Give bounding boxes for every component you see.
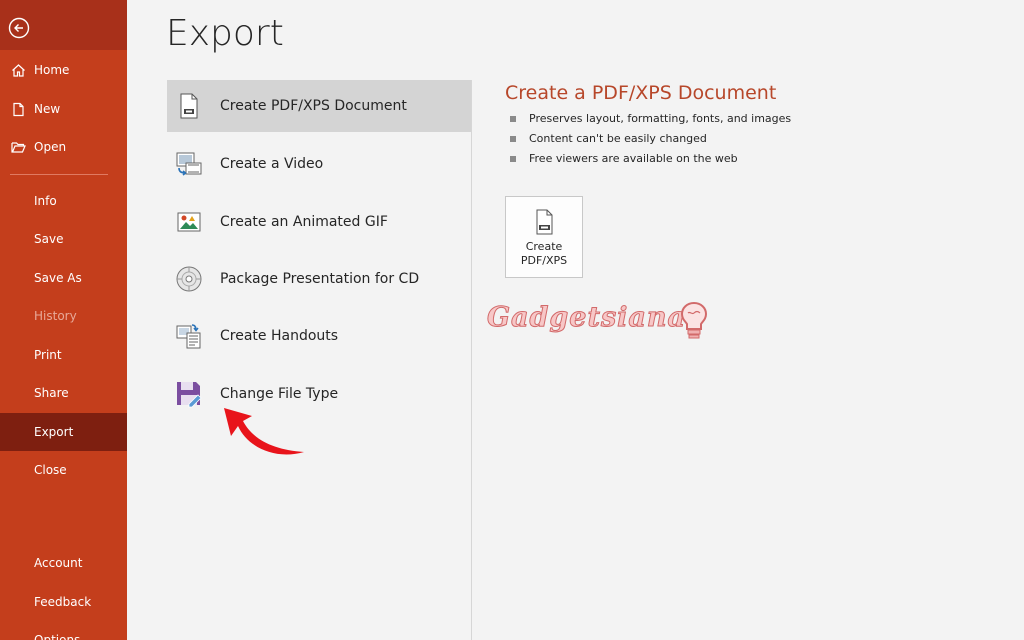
sidebar-item-label: Save: [34, 232, 64, 246]
sidebar-item-label: Options: [34, 633, 81, 640]
option-label: Create a Video: [220, 156, 324, 172]
open-folder-icon: [11, 142, 26, 153]
red-arrow-annotation: [224, 408, 304, 455]
sidebar-item-share[interactable]: Share: [0, 374, 127, 412]
sidebar-item-label: Feedback: [34, 595, 92, 609]
back-arrow-icon: [8, 17, 30, 39]
detail-bullet: Free viewers are available on the web: [510, 151, 791, 171]
option-label: Package Presentation for CD: [220, 271, 420, 287]
pdf-document-icon: [536, 209, 553, 235]
sidebar-item-options[interactable]: Options: [0, 621, 127, 640]
sidebar-item-label: Close: [34, 463, 67, 477]
detail-title: Create a PDF/XPS Document: [505, 82, 777, 104]
animated-gif-icon: [177, 212, 201, 232]
sidebar-item-label: Info: [34, 194, 57, 208]
change-file-type-icon: [177, 382, 202, 408]
page-title: Export: [166, 13, 284, 54]
sidebar-item-label: New: [34, 102, 61, 116]
sidebar-item-new[interactable]: New: [0, 90, 127, 128]
sidebar-item-label: Export: [34, 425, 74, 439]
create-pdf-xps-button[interactable]: Create PDF/XPS: [505, 196, 583, 278]
home-icon: [12, 64, 25, 77]
sidebar-item-label: Home: [34, 63, 70, 77]
sidebar-item-open[interactable]: Open: [0, 128, 127, 166]
option-label: Create PDF/XPS Document: [220, 98, 407, 114]
option-create-animated-gif[interactable]: Create an Animated GIF: [167, 196, 471, 248]
new-document-icon: [13, 102, 24, 117]
create-pdf-xps-button-label: Create PDF/XPS: [520, 240, 568, 267]
option-package-presentation-cd[interactable]: Package Presentation for CD: [167, 253, 471, 305]
sidebar-item-label: History: [34, 309, 77, 323]
sidebar-item-label: Open: [34, 140, 67, 154]
sidebar-item-history: History: [0, 297, 127, 335]
video-icon: [176, 152, 202, 176]
option-label: Create an Animated GIF: [220, 214, 388, 230]
watermark-logo: Gadgetsiana: [486, 302, 687, 334]
option-change-file-type[interactable]: Change File Type: [167, 368, 471, 420]
lightbulb-icon: [680, 301, 708, 339]
sidebar-item-label: Account: [34, 556, 83, 570]
sidebar-item-export[interactable]: Export: [0, 413, 127, 451]
sidebar-item-home[interactable]: Home: [0, 51, 127, 89]
sidebar-item-account[interactable]: Account: [0, 544, 127, 582]
sidebar-item-label: Save As: [34, 271, 82, 285]
back-button[interactable]: [0, 0, 127, 50]
sidebar-divider: [10, 174, 108, 175]
pane-divider: [471, 80, 472, 640]
cd-icon: [176, 266, 202, 292]
detail-bullets: Preserves layout, formatting, fonts, and…: [510, 111, 791, 171]
sidebar-item-info[interactable]: Info: [0, 182, 127, 220]
sidebar-item-label: Share: [34, 386, 69, 400]
option-create-pdf-xps[interactable]: Create PDF/XPS Document: [167, 80, 471, 132]
sidebar-item-print[interactable]: Print: [0, 336, 127, 374]
sidebar-item-close[interactable]: Close: [0, 451, 127, 489]
option-label: Create Handouts: [220, 328, 339, 344]
pdf-document-icon: [180, 93, 198, 119]
sidebar-item-save-as[interactable]: Save As: [0, 259, 127, 297]
sidebar-item-feedback[interactable]: Feedback: [0, 583, 127, 621]
handouts-icon: [176, 324, 201, 349]
backstage-sidebar: Home New Open Info Save Save As History …: [0, 0, 127, 640]
detail-bullet: Preserves layout, formatting, fonts, and…: [510, 111, 791, 131]
sidebar-item-save[interactable]: Save: [0, 220, 127, 258]
option-create-video[interactable]: Create a Video: [167, 138, 471, 190]
detail-bullet: Content can't be easily changed: [510, 131, 791, 151]
sidebar-item-label: Print: [34, 348, 62, 362]
option-create-handouts[interactable]: Create Handouts: [167, 310, 471, 362]
